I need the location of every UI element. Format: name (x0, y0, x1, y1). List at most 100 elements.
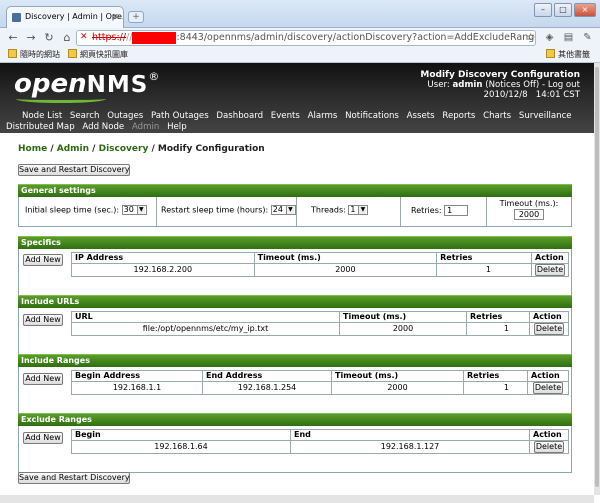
add-range-button[interactable]: Add New (23, 373, 63, 385)
minimize-icon[interactable]: – (534, 3, 552, 17)
urls-table: URL Timeout (ms.) Retries Action file:/opt/… (71, 311, 569, 336)
ranges-table: Begin Address End Address Timeout (ms.) Ret… (71, 370, 569, 395)
menu-alarms[interactable]: Alarms (308, 111, 338, 121)
redacted-host (132, 31, 177, 44)
extension-icon[interactable]: ◈ (543, 31, 556, 44)
back-icon[interactable]: ← (6, 31, 20, 45)
logout-link[interactable]: (Notices Off) - Log out (482, 80, 580, 90)
menu-path-outages[interactable]: Path Outages (151, 111, 209, 121)
menu-help[interactable]: Help (167, 122, 187, 132)
browser-tab[interactable]: Discovery | Admin | Ope... × (6, 6, 124, 28)
section-title: Exclude Ranges (18, 413, 572, 426)
menu-reports[interactable]: Reports (442, 111, 475, 121)
chevron-down-icon: ▼ (285, 206, 294, 214)
delete-range-button[interactable]: Delete (533, 382, 563, 394)
maximize-icon[interactable]: □ (554, 3, 572, 17)
favicon-icon (12, 13, 21, 22)
delete-url-button[interactable]: Delete (534, 323, 564, 335)
opennms-logo[interactable]: openNMS® (14, 69, 159, 109)
add-url-button[interactable]: Add New (23, 314, 63, 326)
home-icon[interactable]: ⌂ (60, 31, 74, 45)
breadcrumb-home[interactable]: Home (18, 144, 47, 154)
horizontal-scrollbar[interactable] (0, 495, 594, 503)
header-info: Modify Discovery Configuration User: adm… (420, 70, 580, 100)
menu-charts[interactable]: Charts (483, 111, 511, 121)
add-exclude-button[interactable]: Add New (23, 432, 63, 444)
bookmark-item[interactable]: 隨時的網站 (8, 49, 60, 61)
date-time: 2010/12/8 14:01 CST (483, 90, 580, 100)
browser-actions: ☆ ◈ ▤ ✎ (524, 31, 594, 44)
ssl-warning-icon: ✕ (80, 32, 88, 42)
include-urls-section: Include URLs Add New URL Timeout (ms.) Ret… (18, 295, 572, 355)
bookmarks-bar: 隨時的網站 網頁快訊圖庫 其他書籤 (0, 48, 600, 63)
tab-title: Discovery | Admin | Ope... (25, 12, 124, 21)
initial-sleep-cell: Initial sleep time (sec.): 30 ▼ (19, 197, 157, 226)
menu-surveillance[interactable]: Surveillance (519, 111, 572, 121)
timeout-input[interactable]: 2000 (514, 209, 544, 220)
reload-icon[interactable]: ↻ (42, 31, 56, 45)
table-row: 192.168.1.64 192.168.1.127 Delete (71, 440, 569, 454)
browser-titlebar: Discovery | Admin | Ope... × + – □ × (0, 0, 600, 28)
breadcrumb: Home / Admin / Discovery / Modify Config… (18, 144, 265, 154)
wrench-icon[interactable]: ✎ (581, 31, 594, 44)
breadcrumb-admin[interactable]: Admin (57, 144, 89, 154)
main-menu: Node List Search Outages Path Outages Da… (6, 111, 592, 133)
new-tab-button[interactable]: + (128, 11, 144, 23)
menu-search[interactable]: Search (70, 111, 100, 121)
forward-icon[interactable]: → (24, 31, 38, 45)
url-path: :8443/opennms/admin/discovery/actionDisc… (176, 32, 536, 43)
breadcrumb-discovery[interactable]: Discovery (99, 144, 149, 154)
section-title: General settings (18, 184, 572, 197)
retries-input[interactable]: 1 (444, 205, 469, 216)
chevron-down-icon: ▼ (358, 206, 367, 214)
bookmark-item[interactable]: 網頁快訊圖庫 (68, 49, 128, 61)
vertical-scrollbar[interactable] (594, 63, 600, 495)
url-scheme: https:// (92, 32, 127, 43)
restart-sleep-cell: Restart sleep time (hours): 24 ▼ (157, 197, 297, 226)
menu-notifications[interactable]: Notifications (345, 111, 399, 121)
menu-events[interactable]: Events (271, 111, 300, 121)
close-tab-icon[interactable]: × (111, 7, 119, 27)
breadcrumb-current: Modify Configuration (157, 144, 265, 154)
table-row: 192.168.1.1 192.168.1.254 2000 1 Delete (71, 381, 569, 395)
threads-cell: Threads: 1 ▼ (297, 197, 401, 226)
specifics-section: Specifics Add New IP Address Timeout (ms.… (18, 236, 572, 297)
close-window-icon[interactable]: × (574, 3, 596, 17)
browser-toolbar: ← → ↻ ⌂ ✕ https:////:8443/opennms/admin/… (0, 28, 600, 48)
bookmark-star-icon[interactable]: ☆ (524, 31, 537, 44)
include-ranges-section: Include Ranges Add New Begin Address End … (18, 354, 572, 414)
save-restart-button-top[interactable]: Save and Restart Discovery (18, 164, 130, 176)
folder-icon (8, 49, 17, 58)
table-row: 192.168.2.200 2000 1 Delete (71, 263, 569, 277)
restart-sleep-select[interactable]: 24 ▼ (270, 205, 296, 215)
menu-admin[interactable]: Admin (132, 122, 159, 132)
threads-select[interactable]: 1 ▼ (348, 205, 369, 215)
menu-outages[interactable]: Outages (107, 111, 143, 121)
save-restart-button-bottom[interactable]: Save and Restart Discovery (18, 472, 130, 484)
table-row: file:/opt/opennms/etc/my_ip.txt 2000 1 Del… (71, 322, 569, 336)
section-title: Include URLs (18, 295, 572, 308)
add-specific-button[interactable]: Add New (23, 254, 63, 266)
user-line: User: admin (Notices Off) - Log out (427, 80, 580, 90)
delete-exclude-button[interactable]: Delete (534, 441, 564, 453)
exclude-table: Begin End Action 192.168.1.64 192.168.1.127… (71, 429, 569, 454)
address-bar[interactable]: ✕ https:////:8443/opennms/admin/discover… (76, 30, 536, 46)
exclude-ranges-section: Exclude Ranges Add New Begin End Action 19… (18, 413, 572, 473)
menu-distributed-map[interactable]: Distributed Map (6, 122, 75, 132)
general-settings-section: General settings Initial sleep time (sec… (18, 184, 572, 227)
chevron-down-icon: ▼ (136, 206, 145, 214)
other-bookmarks[interactable]: 其他書籤 (546, 49, 590, 61)
menu-node-list[interactable]: Node List (22, 111, 62, 121)
initial-sleep-select[interactable]: 30 ▼ (121, 205, 147, 215)
retries-cell: Retries: 1 (401, 197, 487, 226)
menu-assets[interactable]: Assets (407, 111, 435, 121)
specifics-table: IP Address Timeout (ms.) Retries Action 192… (71, 252, 569, 277)
menu-dashboard[interactable]: Dashboard (216, 111, 263, 121)
scrollbar-thumb[interactable] (595, 67, 599, 487)
timeout-cell: Timeout (ms.): 2000 (499, 199, 559, 220)
window-controls: – □ × (534, 3, 596, 19)
delete-specific-button[interactable]: Delete (535, 264, 565, 276)
user-name: admin (452, 80, 483, 90)
menu-add-node[interactable]: Add Node (82, 122, 124, 132)
page-menu-icon[interactable]: ▤ (562, 31, 575, 44)
